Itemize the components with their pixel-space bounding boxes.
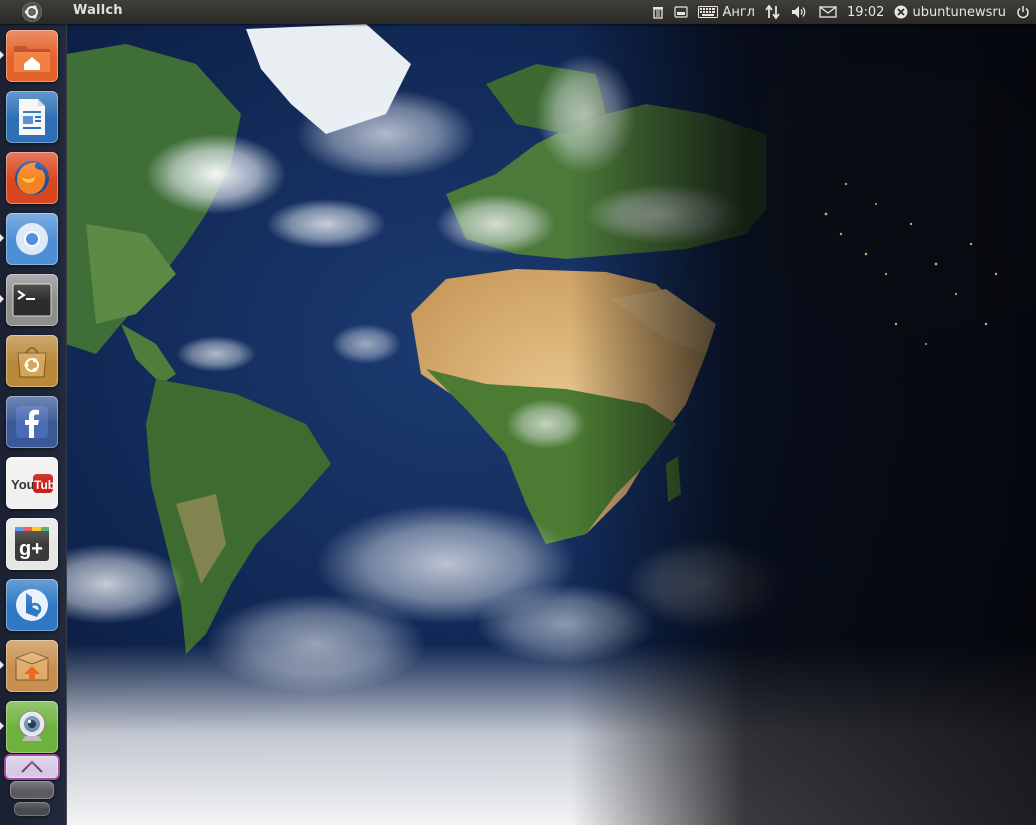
running-indicator [0, 234, 4, 242]
launcher-item-libreoffice-writer[interactable] [6, 91, 58, 143]
svg-text:Tube: Tube [34, 478, 54, 492]
desktop-wallpaper [66, 24, 1036, 825]
google-plus-icon: g+ [15, 527, 49, 561]
launcher-item-chromium[interactable] [6, 213, 58, 265]
youtube-icon: You Tube [11, 474, 54, 493]
terminal-icon [12, 283, 52, 317]
keyboard-icon [698, 6, 719, 18]
launcher-stack-fold-1[interactable] [10, 781, 54, 799]
desktop-screen: Wallch Англ 19:02 ubuntunewsru You Tub g… [0, 0, 1036, 825]
launcher-item-home-folder[interactable] [6, 30, 58, 82]
launcher-item-cheese-webcam[interactable] [6, 701, 58, 753]
speaker-volume-icon [791, 6, 806, 18]
network-arrows-icon [765, 4, 780, 20]
trash-icon [653, 7, 664, 19]
svg-text:g+: g+ [19, 538, 43, 560]
ubuntu-logo-icon [24, 5, 38, 19]
battery-indicator[interactable] [674, 6, 689, 18]
running-indicator [0, 722, 4, 730]
home-folder-icon [14, 46, 50, 72]
network-indicator[interactable] [765, 4, 781, 20]
sound-indicator[interactable] [791, 5, 809, 19]
archive-icon [15, 651, 49, 681]
keyboard-layout-label: Англ [722, 4, 755, 20]
unity-launcher: You Tube g+ [0, 24, 67, 825]
messaging-indicator[interactable] [819, 6, 837, 18]
trash-indicator[interactable] [652, 5, 664, 19]
facebook-icon [16, 406, 48, 438]
user-name-label: ubuntunewsru [912, 4, 1006, 20]
svg-text:You: You [11, 477, 35, 492]
launcher-item-facebook[interactable] [6, 396, 58, 448]
indicator-area: Англ 19:02 ubuntunewsru [652, 0, 1030, 24]
webcam-icon [18, 710, 46, 741]
firefox-icon [15, 161, 49, 195]
launcher-item-archive-manager[interactable] [6, 640, 58, 692]
launcher-item-bing[interactable] [6, 579, 58, 631]
power-icon [1017, 6, 1029, 19]
session-indicator[interactable] [1016, 5, 1030, 19]
software-center-icon [17, 347, 47, 378]
launcher-stack-fold-2[interactable] [14, 802, 50, 816]
launcher-item-ubuntu-software-center[interactable] [6, 335, 58, 387]
stacked-app-icon [21, 760, 43, 773]
bing-icon [16, 589, 48, 621]
writer-document-icon [19, 99, 45, 135]
active-app-title: Wallch [73, 3, 123, 18]
user-indicator[interactable]: ubuntunewsru [894, 5, 1006, 20]
top-panel: Wallch Англ 19:02 ubuntunewsru [0, 0, 1036, 24]
launcher-item-firefox[interactable] [6, 152, 58, 204]
battery-icon [674, 6, 689, 18]
launcher-item-stacked-app[interactable] [4, 754, 60, 780]
launcher-item-youtube[interactable]: You Tube [6, 457, 58, 509]
running-indicator [0, 661, 4, 669]
envelope-icon [819, 6, 837, 18]
clock-indicator[interactable]: 19:02 [847, 5, 884, 20]
launcher-item-google-plus[interactable]: g+ [6, 518, 58, 570]
running-indicator [0, 295, 4, 303]
launcher-item-terminal[interactable] [6, 274, 58, 326]
dash-home-button[interactable] [22, 2, 42, 22]
running-indicator [0, 51, 4, 59]
clock-label: 19:02 [846, 4, 885, 20]
keyboard-layout-indicator[interactable]: Англ [698, 5, 755, 20]
chromium-icon [16, 223, 48, 255]
user-status-icon [894, 5, 908, 19]
